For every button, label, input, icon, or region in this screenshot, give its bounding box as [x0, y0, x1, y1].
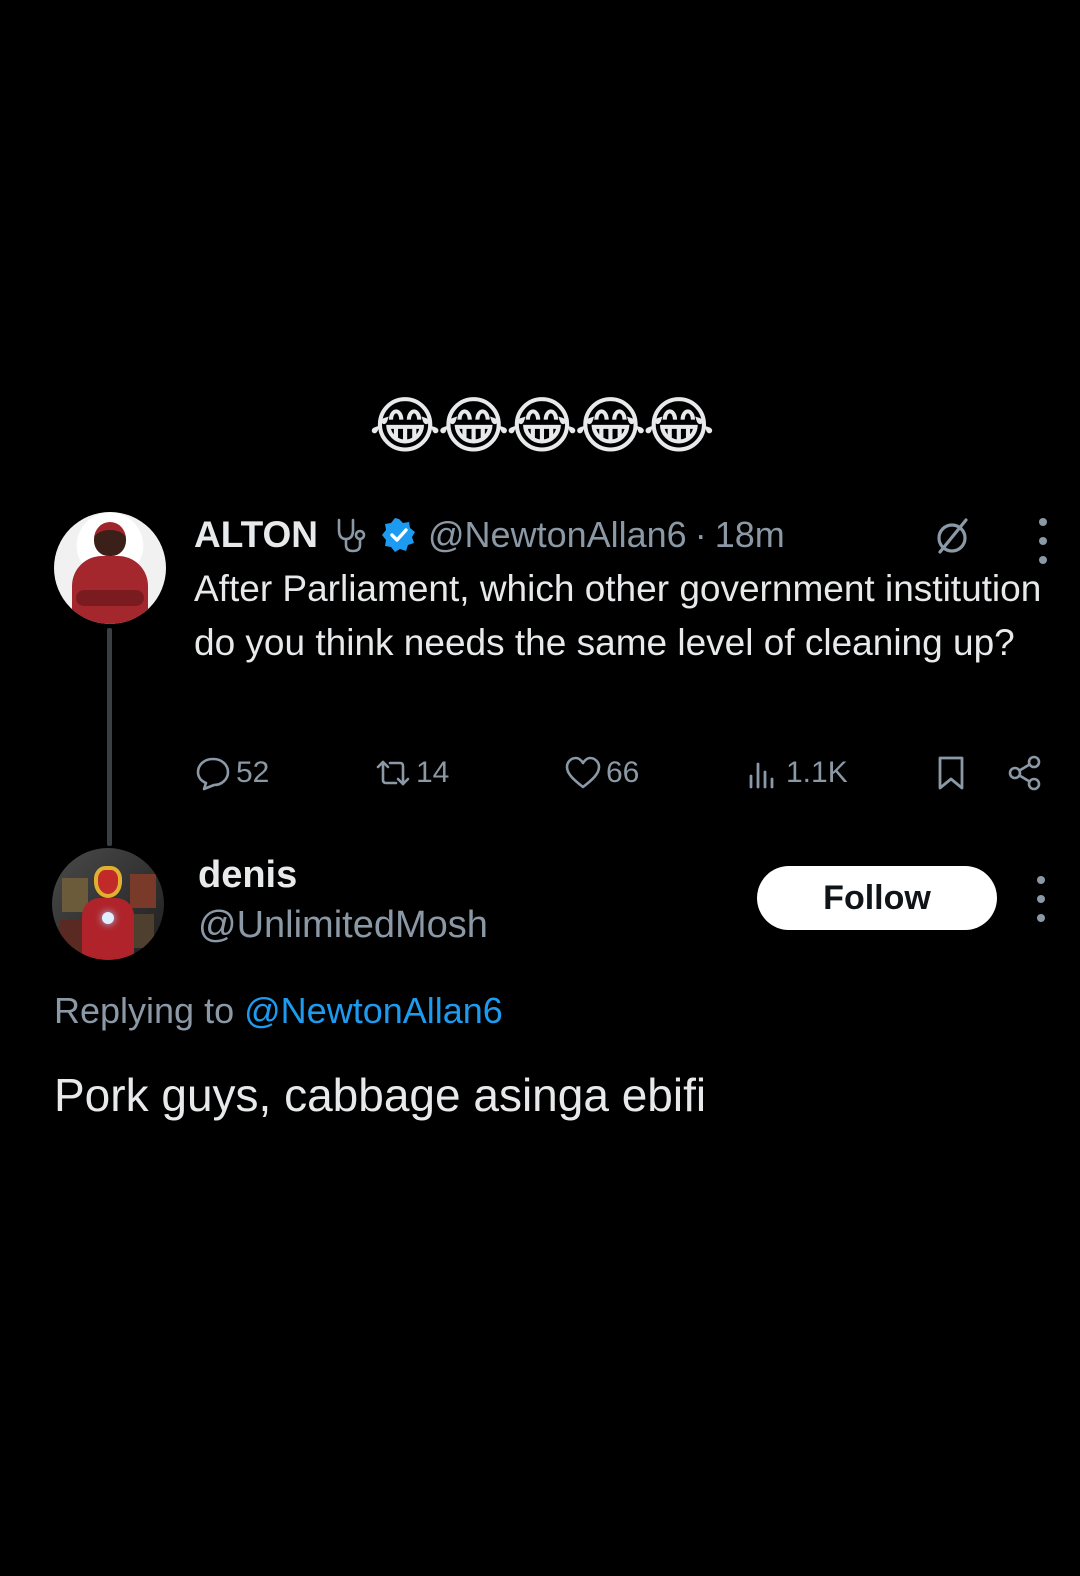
like-count: 66 [606, 756, 640, 789]
follow-button[interactable]: Follow [757, 866, 997, 930]
retweet-count: 14 [416, 756, 450, 789]
more-options-icon[interactable] [1035, 518, 1051, 564]
emoji-caption: 😂😂😂😂😂 [368, 389, 715, 462]
avatar-arc-reactor [102, 912, 114, 924]
separator-dot: · [694, 514, 707, 555]
thread-connector-line [107, 628, 112, 846]
screenshot-page: 😂😂😂😂😂 ALTON @NewtonAllan6 · 18m After Pa… [0, 0, 1080, 1576]
parent-display-name[interactable]: ALTON [194, 514, 318, 556]
verified-badge-icon [382, 518, 416, 552]
bookmark-icon [938, 756, 964, 790]
views-chart-icon [749, 762, 774, 789]
parent-tweet-text: After Parliament, which other government… [194, 568, 1042, 663]
alton-avatar[interactable] [54, 512, 166, 624]
retweet-icon [376, 760, 410, 786]
slash-circle-icon[interactable] [930, 514, 974, 558]
reply-tweet-text: Pork guys, cabbage asinga ebifi [54, 1069, 707, 1121]
replying-prefix: Replying to [54, 990, 235, 1031]
reply-count: 52 [236, 756, 270, 789]
reply-icon [196, 757, 230, 791]
views-button[interactable]: 1.1K [744, 748, 848, 798]
avatar-figure-head [94, 522, 126, 556]
replying-to-mention[interactable]: @NewtonAllan6 [244, 990, 503, 1031]
more-options-icon[interactable] [1033, 876, 1049, 922]
denis-avatar[interactable] [52, 848, 164, 960]
avatar-figure-arms [76, 590, 144, 606]
avatar-background-poster [130, 874, 156, 908]
tweet-action-bar: 52 14 66 1.1K [194, 748, 1054, 798]
like-button[interactable]: 66 [564, 748, 639, 798]
share-icon [1008, 755, 1041, 791]
parent-timestamp[interactable]: 18m [715, 514, 785, 556]
stethoscope-icon [337, 518, 366, 553]
reply-display-name[interactable]: denis [198, 854, 297, 897]
views-count: 1.1K [786, 756, 848, 789]
replying-to-line: Replying to @NewtonAllan6 [54, 990, 503, 1032]
parent-tweet-header: ALTON @NewtonAllan6 · 18m [194, 510, 785, 560]
reply-button[interactable]: 52 [194, 748, 269, 798]
bookmark-button[interactable] [932, 748, 974, 798]
heart-icon [565, 756, 601, 789]
share-button[interactable] [1006, 748, 1048, 798]
retweet-button[interactable]: 14 [374, 748, 449, 798]
avatar-figure-body [82, 898, 134, 960]
avatar-figure-head [94, 866, 122, 898]
parent-handle[interactable]: @NewtonAllan6 [428, 514, 687, 556]
reply-handle[interactable]: @UnlimitedMosh [198, 904, 488, 947]
